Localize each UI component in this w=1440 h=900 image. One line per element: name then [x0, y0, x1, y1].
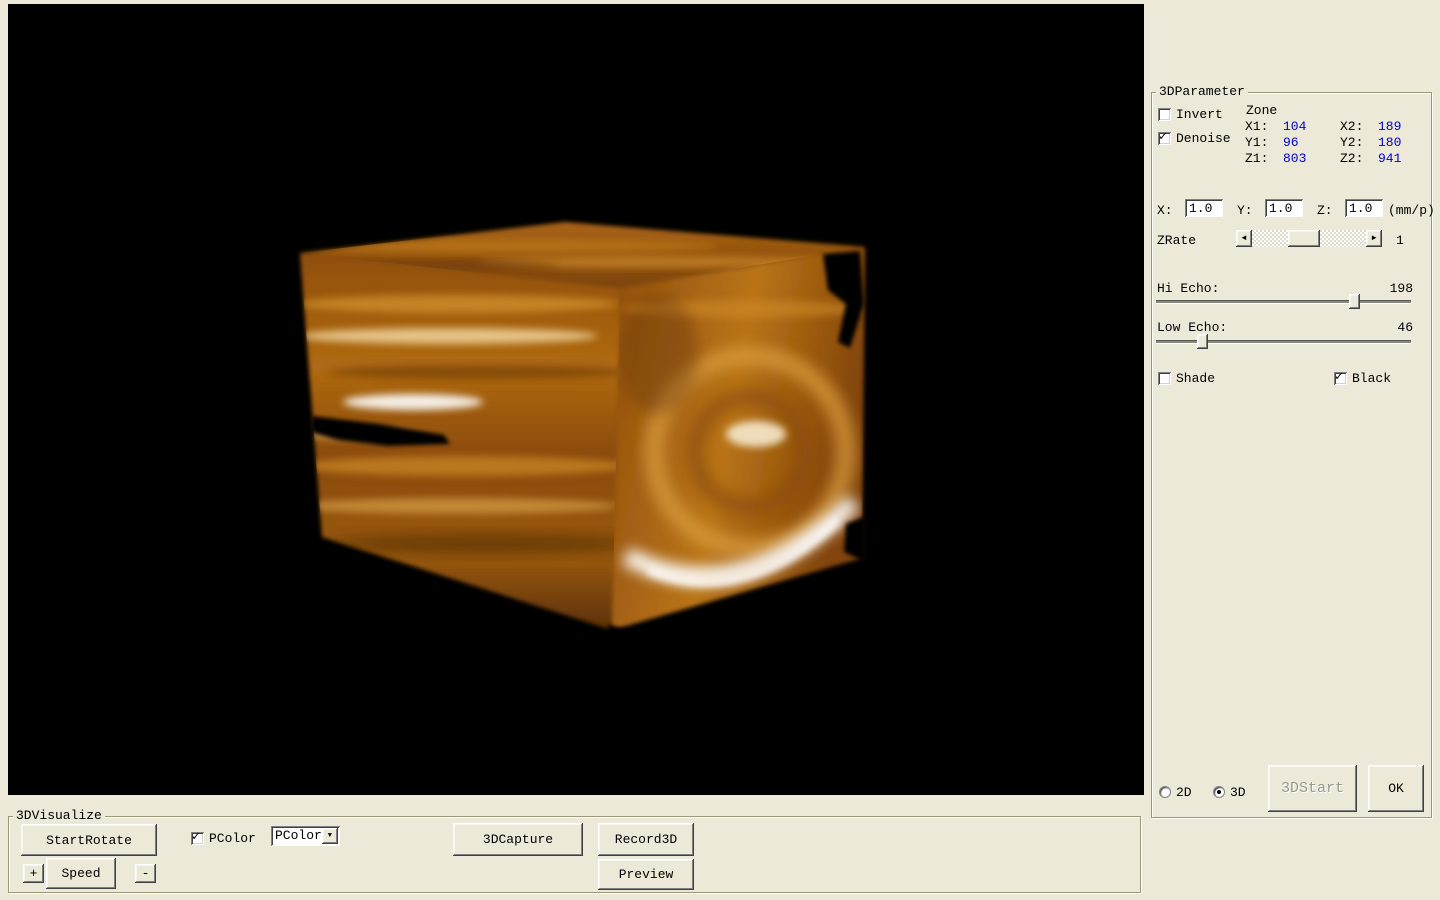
low-echo-value: 46 [1367, 320, 1413, 335]
zone-x2-value: 189 [1378, 119, 1401, 134]
zone-x1-label: X1: [1245, 119, 1268, 134]
pcolor-dropdown-value: PColor [271, 828, 322, 844]
scale-z-input[interactable] [1345, 199, 1383, 217]
scroll-right-icon: ► [1372, 235, 1377, 243]
low-echo-slider-track[interactable] [1156, 340, 1411, 343]
pcolor-dropdown[interactable]: PColor ▼ [271, 826, 340, 846]
zone-y2-value: 180 [1378, 135, 1401, 150]
zone-x1-value: 104 [1283, 119, 1306, 134]
black-checkbox-label: Black [1352, 371, 1391, 386]
zrate-value: 1 [1396, 233, 1404, 248]
zrate-scrollbar-thumb[interactable] [1288, 230, 1320, 247]
scale-x-label: X: [1157, 203, 1173, 218]
parameter-group-title: 3DParameter [1156, 84, 1248, 100]
black-checkbox[interactable]: ✓ Black [1334, 371, 1391, 386]
pcolor-checkbox-box[interactable]: ✓ [191, 832, 204, 845]
mode-2d-radio[interactable]: 2D [1159, 785, 1192, 799]
visualize-group-title: 3DVisualize [13, 808, 105, 824]
shade-checkbox[interactable]: ✓ Shade [1158, 371, 1215, 386]
denoise-checkbox[interactable]: ✓ Denoise [1158, 131, 1231, 146]
mode-2d-radio-label: 2D [1176, 785, 1192, 800]
low-echo-label: Low Echo: [1157, 320, 1227, 335]
zone-z1-label: Z1: [1245, 151, 1268, 166]
parameter-groupbox: 3DParameter ✓ Invert ✓ Denoise Zone X1: … [1151, 92, 1432, 818]
speed-button[interactable]: Speed [46, 858, 116, 889]
app-window: { "colors": { "panel_bg": "#ece9d8", "vi… [0, 0, 1440, 900]
black-checkbox-box[interactable]: ✓ [1334, 372, 1347, 385]
hi-echo-value: 198 [1367, 281, 1413, 296]
denoise-checkbox-label: Denoise [1176, 131, 1231, 146]
start3d-button[interactable]: 3DStart [1268, 765, 1357, 812]
zone-y1-value: 96 [1283, 135, 1299, 150]
zone-y2-label: Y2: [1340, 135, 1363, 150]
mode-3d-radio-circle[interactable] [1213, 786, 1225, 798]
scale-x-input[interactable] [1185, 199, 1223, 217]
denoise-checkbox-box[interactable]: ✓ [1158, 132, 1171, 145]
invert-checkbox-box[interactable]: ✓ [1158, 108, 1171, 121]
pcolor-checkbox-label: PColor [209, 831, 256, 846]
shade-checkbox-box[interactable]: ✓ [1158, 372, 1171, 385]
mode-3d-radio-label: 3D [1230, 785, 1246, 800]
zrate-scrollbar[interactable]: ◄ ► [1236, 230, 1382, 247]
zone-y1-label: Y1: [1245, 135, 1268, 150]
start-rotate-button[interactable]: StartRotate [21, 824, 157, 856]
scale-y-label: Y: [1237, 203, 1253, 218]
mode-2d-radio-circle[interactable] [1159, 786, 1171, 798]
speed-plus-button[interactable]: + [23, 864, 44, 883]
hi-echo-slider-thumb[interactable] [1349, 294, 1360, 309]
zone-x2-label: X2: [1340, 119, 1363, 134]
shade-checkbox-label: Shade [1176, 371, 1215, 386]
dropdown-arrow-icon: ▼ [328, 833, 332, 840]
zone-z2-value: 941 [1378, 151, 1401, 166]
ok-button[interactable]: OK [1368, 765, 1424, 812]
zone-title: Zone [1246, 103, 1277, 118]
zrate-label: ZRate [1157, 233, 1196, 248]
capture-button[interactable]: 3DCapture [453, 823, 583, 856]
zrate-scroll-left-button[interactable]: ◄ [1236, 230, 1252, 247]
check-icon: ✓ [192, 830, 200, 844]
low-echo-slider-thumb[interactable] [1197, 334, 1208, 349]
hi-echo-label: Hi Echo: [1157, 281, 1219, 296]
zone-z1-value: 803 [1283, 151, 1306, 166]
zrate-scroll-right-button[interactable]: ► [1366, 230, 1382, 247]
zone-z2-label: Z2: [1340, 151, 1363, 166]
preview-button[interactable]: Preview [598, 859, 694, 890]
scale-y-input[interactable] [1265, 199, 1303, 217]
invert-checkbox[interactable]: ✓ Invert [1158, 107, 1223, 122]
pcolor-checkbox[interactable]: ✓ PColor [191, 831, 256, 846]
scale-unit-label: (mm/p) [1388, 203, 1435, 218]
invert-checkbox-label: Invert [1176, 107, 1223, 122]
hi-echo-slider-track[interactable] [1156, 300, 1411, 303]
visualize-groupbox: 3DVisualize StartRotate ✓ PColor PColor … [8, 816, 1141, 893]
mode-3d-radio[interactable]: 3D [1213, 785, 1246, 799]
check-icon: ✓ [1335, 370, 1343, 384]
pcolor-dropdown-button[interactable]: ▼ [322, 828, 338, 844]
scroll-left-icon: ◄ [1242, 235, 1247, 243]
speed-minus-button[interactable]: - [135, 864, 156, 883]
render-viewport[interactable] [8, 4, 1144, 795]
check-icon: ✓ [1159, 130, 1167, 144]
scale-z-label: Z: [1317, 203, 1333, 218]
record3d-button[interactable]: Record3D [598, 823, 694, 856]
volume-render-3d [8, 4, 1144, 795]
